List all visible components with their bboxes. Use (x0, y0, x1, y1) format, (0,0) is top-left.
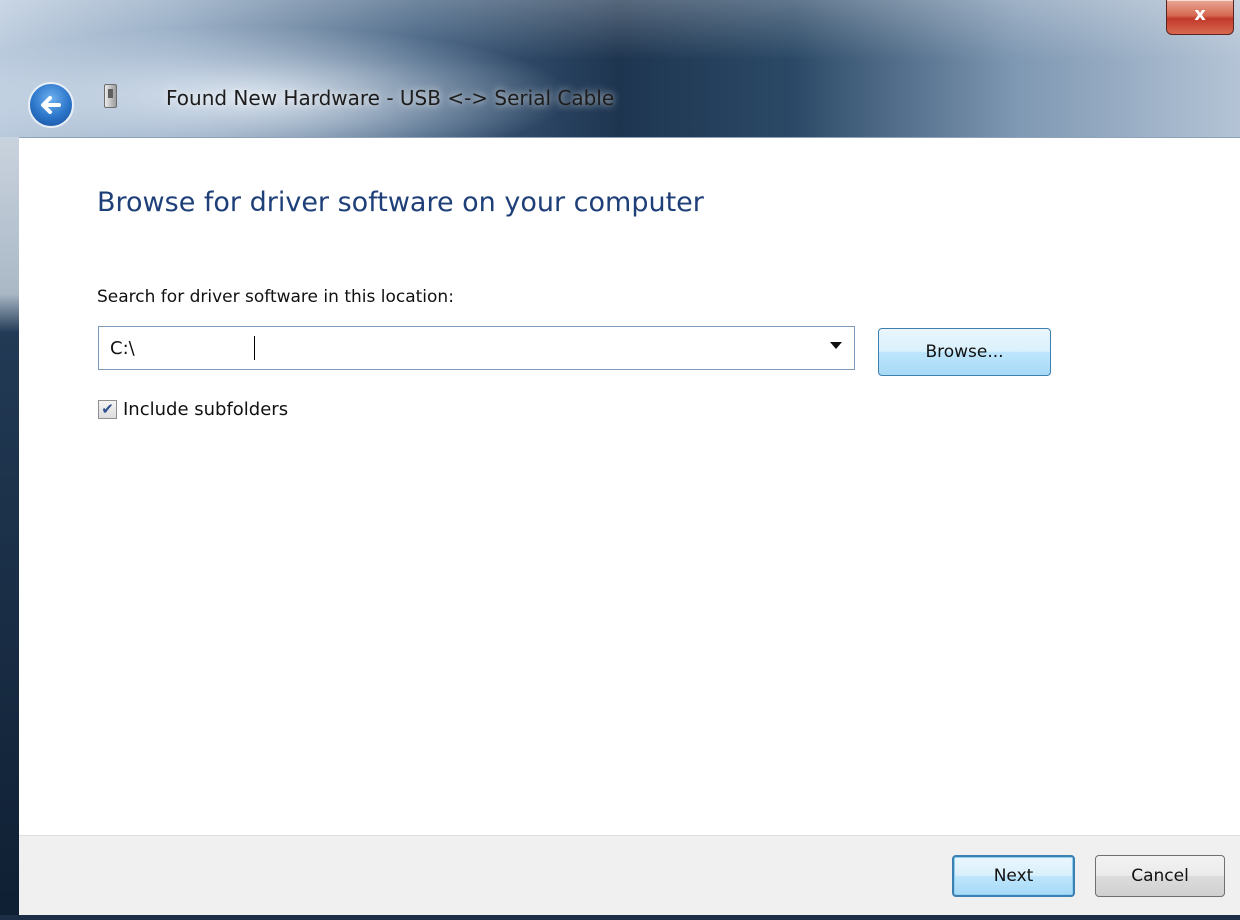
window-frame-bottom (0, 915, 1240, 920)
window-frame-left (0, 137, 19, 920)
include-subfolders-checkbox[interactable]: ✔ (98, 399, 117, 419)
close-button[interactable]: x (1166, 0, 1234, 35)
next-button[interactable]: Next (952, 855, 1075, 897)
search-location-label: Search for driver software in this locat… (97, 287, 454, 307)
browse-button[interactable]: Browse... (878, 328, 1051, 376)
checkmark-icon: ✔ (101, 399, 114, 418)
cancel-button[interactable]: Cancel (1095, 855, 1225, 897)
back-button[interactable] (28, 82, 74, 128)
usb-device-icon (104, 84, 117, 108)
dropdown-arrow-icon[interactable] (830, 342, 842, 349)
window-title: Found New Hardware - USB <-> Serial Cabl… (166, 86, 615, 110)
driver-path-combobox[interactable] (98, 326, 855, 370)
driver-path-input[interactable] (99, 327, 812, 369)
text-caret (254, 336, 255, 360)
close-icon: x (1194, 4, 1206, 25)
include-subfolders-label: Include subfolders (123, 398, 289, 420)
include-subfolders-option[interactable]: ✔ Include subfolders (98, 397, 288, 421)
page-heading: Browse for driver software on your compu… (97, 187, 704, 218)
back-arrow-icon (41, 96, 61, 114)
title-bar (0, 0, 1240, 137)
wizard-content (19, 137, 1240, 835)
